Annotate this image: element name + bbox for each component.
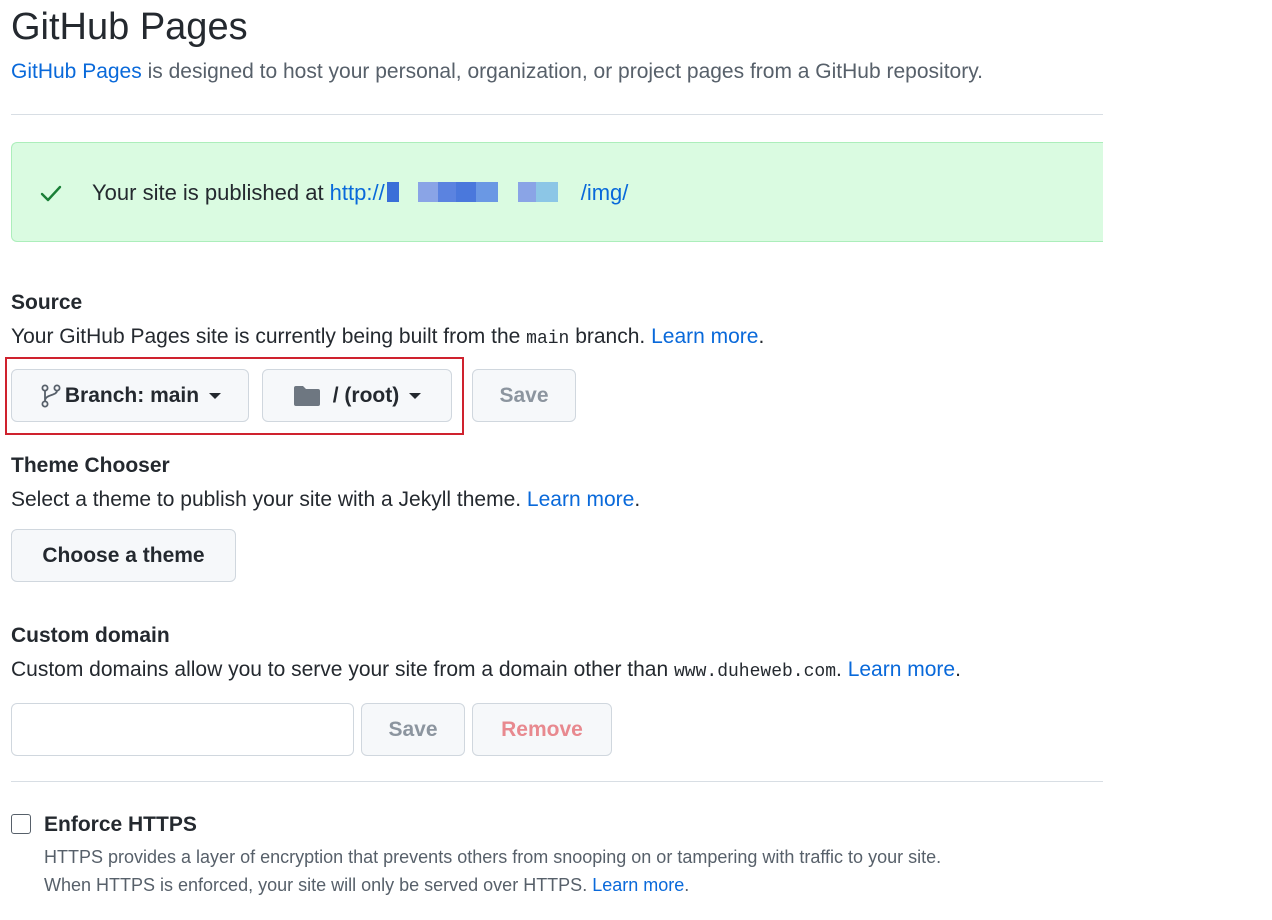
source-save-button[interactable]: Save xyxy=(472,369,576,422)
success-flash: Your site is published at http:// /img/ xyxy=(11,142,1103,242)
custom-domain-input[interactable] xyxy=(11,703,354,756)
published-message: Your site is published at http:// /img/ xyxy=(92,180,629,205)
theme-description: Select a theme to publish your site with… xyxy=(11,488,641,511)
theme-learn-more-link[interactable]: Learn more xyxy=(527,488,634,511)
branch-select-button[interactable]: Branch: main xyxy=(11,369,249,422)
source-learn-more-link[interactable]: Learn more xyxy=(651,325,758,348)
source-description: Your GitHub Pages site is currently bein… xyxy=(11,325,765,349)
https-note-line2: When HTTPS is enforced, your site will o… xyxy=(44,875,690,895)
theme-chooser-title: Theme Chooser xyxy=(11,454,170,477)
custom-domain-learn-more-link[interactable]: Learn more xyxy=(848,658,955,681)
https-note-line1: HTTPS provides a layer of encryption tha… xyxy=(44,847,942,867)
custom-domain-title: Custom domain xyxy=(11,624,170,647)
choose-theme-button[interactable]: Choose a theme xyxy=(11,529,236,582)
https-learn-more-link[interactable]: Learn more xyxy=(592,875,684,895)
custom-domain-remove-button[interactable]: Remove xyxy=(472,703,612,756)
enforce-https-checkbox[interactable] xyxy=(11,814,31,834)
published-url-link[interactable]: http:// /img/ xyxy=(330,180,629,205)
folder-icon xyxy=(293,385,320,406)
chevron-down-icon xyxy=(209,392,222,399)
redacted-url-block xyxy=(385,182,581,203)
folder-select-button[interactable]: / (root) xyxy=(262,369,452,422)
divider xyxy=(11,781,1103,782)
divider xyxy=(11,114,1103,115)
custom-domain-description: Custom domains allow you to serve your s… xyxy=(11,658,961,682)
check-icon xyxy=(40,185,62,202)
chevron-down-icon xyxy=(409,392,422,399)
github-pages-link[interactable]: GitHub Pages xyxy=(11,60,142,83)
enforce-https-label: Enforce HTTPS xyxy=(44,813,197,836)
page-title: GitHub Pages xyxy=(11,6,248,48)
custom-domain-save-button[interactable]: Save xyxy=(361,703,465,756)
git-branch-icon xyxy=(41,384,61,407)
intro-text: GitHub Pages is designed to host your pe… xyxy=(11,60,983,83)
source-title: Source xyxy=(11,291,83,314)
